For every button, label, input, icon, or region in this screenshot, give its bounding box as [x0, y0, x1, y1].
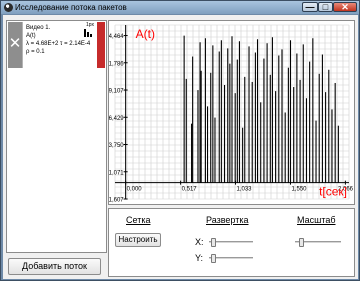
client-area: ✕ Видео 1. A(t) λ = 4.68E+2 τ = 2.14E-4 …: [3, 15, 358, 279]
y-tick-label: 6,429: [109, 116, 124, 122]
remove-stream-button[interactable]: ✕: [8, 22, 22, 68]
grid-setup-button[interactable]: Настроить: [115, 233, 161, 247]
sweep-heading: Развертка: [206, 215, 249, 225]
grid-heading: Сетка: [126, 215, 151, 225]
scale-slider[interactable]: [295, 238, 341, 247]
add-stream-button[interactable]: Добавить поток: [8, 258, 101, 275]
stream-format: 1px: [85, 22, 94, 28]
x-axis-label: t[сек]: [319, 185, 347, 199]
main-window: Исследование потока пакетов — □ ✕ ✕ Виде…: [0, 0, 360, 281]
y-tick-label: -1,607: [109, 198, 124, 204]
x-sweep-thumb[interactable]: [211, 238, 216, 247]
y-sweep-slider[interactable]: [209, 254, 253, 263]
plot-panel: 14,46411,7869,1076,4293,7501,071-1,6070,…: [108, 20, 355, 205]
chart: 14,46411,7869,1076,4293,7501,071-1,6070,…: [109, 24, 354, 204]
maximize-button[interactable]: □: [318, 2, 333, 12]
y-tick-label: 14,464: [109, 34, 124, 40]
scale-heading: Масштаб: [297, 215, 336, 225]
y-tick-label: 11,786: [109, 61, 124, 67]
bar-chart-icon: [84, 29, 93, 37]
title-bar[interactable]: Исследование потока пакетов — □ ✕: [1, 1, 359, 14]
y-tick-label: 9,107: [109, 89, 124, 95]
scale-thumb[interactable]: [299, 238, 304, 247]
x-label: X:: [195, 237, 204, 247]
close-icon: ✕: [341, 2, 349, 12]
x-sweep-slider[interactable]: [209, 238, 253, 247]
x-tick-label: 0,000: [127, 187, 143, 193]
app-icon: [4, 3, 13, 12]
minimize-icon: —: [305, 2, 315, 12]
x-tick-label: 1,550: [292, 187, 308, 193]
minimize-button[interactable]: —: [302, 2, 318, 12]
x-tick-label: 0,517: [182, 187, 198, 193]
y-tick-label: 1,071: [109, 170, 124, 176]
stream-info[interactable]: Видео 1. A(t) λ = 4.68E+2 τ = 2.14E-4 ρ …: [23, 22, 97, 68]
maximize-icon: □: [322, 2, 329, 12]
y-axis-label: A(t): [136, 27, 155, 41]
y-tick-label: 3,750: [109, 143, 124, 149]
stream-rho: ρ = 0.1: [26, 49, 45, 55]
stream-params: λ = 4.68E+2 τ = 2.14E-4: [26, 41, 91, 47]
close-window-button[interactable]: ✕: [333, 2, 357, 12]
y-sweep-thumb[interactable]: [211, 254, 216, 263]
stream-item[interactable]: ✕ Видео 1. A(t) λ = 4.68E+2 τ = 2.14E-4 …: [8, 22, 105, 68]
window-title: Исследование потока пакетов: [15, 3, 127, 12]
controls-panel: Сетка Настроить Развертка X: Y: Масштаб: [108, 208, 355, 277]
stream-color-marker: [97, 22, 105, 68]
y-label: Y:: [195, 253, 204, 263]
x-tick-label: 1,033: [237, 187, 253, 193]
stream-list: ✕ Видео 1. A(t) λ = 4.68E+2 τ = 2.14E-4 …: [6, 20, 107, 253]
